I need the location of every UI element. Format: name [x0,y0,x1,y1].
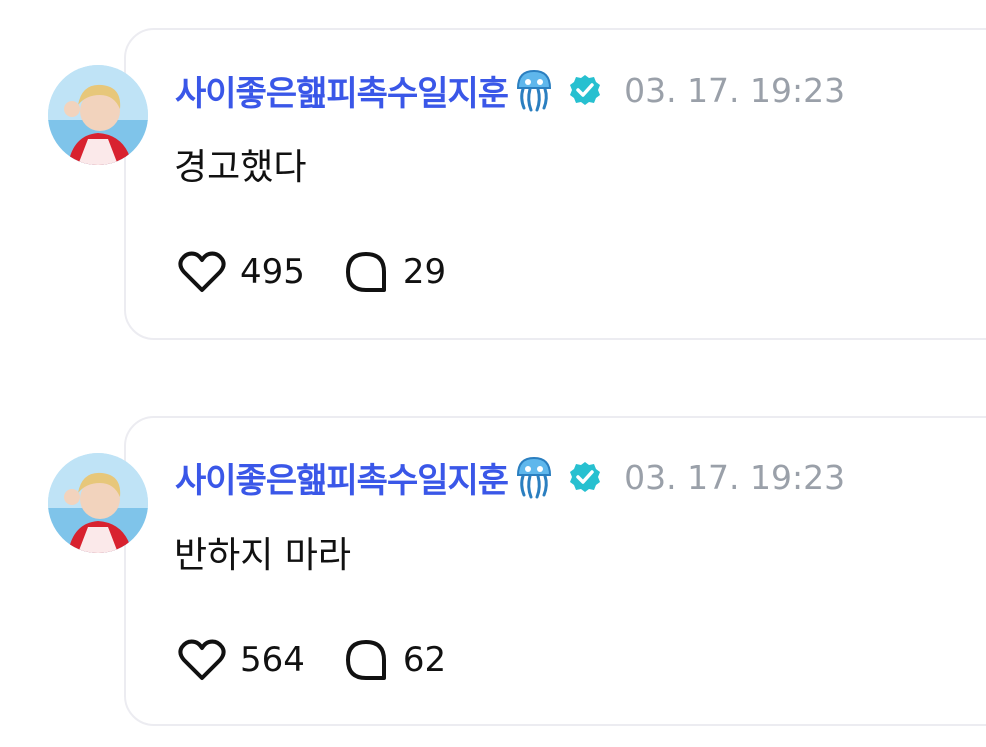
comment-feed: 사이좋은햂피촉수일지훈 03. 17. 19:23 경고했다 495 29 사이… [0,0,986,747]
avatar[interactable] [48,453,148,553]
like-button[interactable]: 564 [178,638,305,682]
post-header: 사이좋은햂피촉수일지훈 03. 17. 19:23 [175,453,845,501]
timestamp: 03. 17. 19:23 [624,70,846,110]
avatar[interactable] [48,65,148,165]
heart-icon [178,639,226,680]
like-count: 495 [240,252,305,292]
jellyfish-icon [514,455,554,499]
avatar-image [48,65,148,165]
comment-count: 29 [402,252,447,292]
post-text: 경고했다 [174,147,307,188]
verified-badge-icon [568,460,602,494]
heart-icon [178,251,226,292]
username-link[interactable]: 사이좋은햂피촉수일지훈 [175,453,509,502]
comment-count: 62 [402,640,447,680]
post-text: 반하지 마라 [174,535,352,576]
verified-badge-icon [568,73,602,107]
comment-bubble-icon [345,252,386,292]
username-link[interactable]: 사이좋은햂피촉수일지훈 [175,66,509,115]
jellyfish-icon [514,68,554,112]
avatar-image [48,453,148,553]
like-button[interactable]: 495 [178,250,305,294]
post-header: 사이좋은햂피촉수일지훈 03. 17. 19:23 [175,66,845,114]
comment-button[interactable]: 29 [343,249,446,295]
post-actions: 495 29 [178,248,446,296]
comment-button[interactable]: 62 [343,637,446,683]
like-count: 564 [240,640,305,680]
timestamp: 03. 17. 19:23 [624,457,846,497]
post-actions: 564 62 [178,636,446,684]
comment-bubble-icon [345,640,386,680]
